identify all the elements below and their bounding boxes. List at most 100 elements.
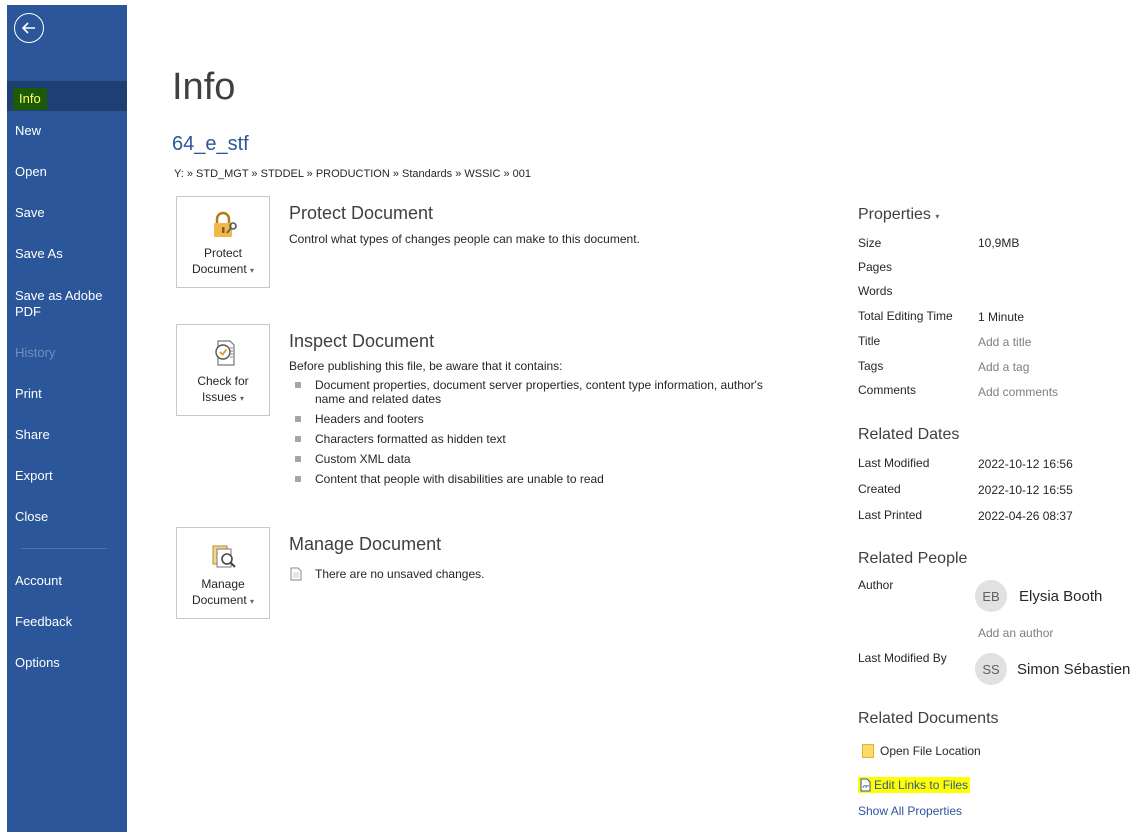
- nav-print[interactable]: Print: [7, 386, 127, 402]
- inspect-title: Inspect Document: [289, 331, 435, 351]
- comments-label: Comments: [858, 383, 917, 397]
- nav-share[interactable]: Share: [7, 427, 127, 443]
- nav-save-as-pdf[interactable]: Save as Adobe PDF: [7, 288, 117, 320]
- nav-close-label: Close: [15, 509, 49, 524]
- manage-tile-line2: Document: [191, 593, 247, 607]
- modifier-name[interactable]: Simon Sébastien: [1017, 661, 1130, 678]
- inspect-tile-line1: Check for: [197, 374, 249, 388]
- tags-label: Tags: [858, 359, 884, 373]
- inspect-desc: Before publishing this file, be aware th…: [289, 359, 563, 373]
- tags-field[interactable]: Add a tag: [978, 360, 1029, 374]
- nav-print-label: Print: [15, 386, 42, 401]
- edit-links-to-files-link[interactable]: Edit Links to Files: [858, 777, 971, 793]
- check-for-issues-button[interactable]: Check for Issues ▾: [176, 324, 270, 416]
- last-printed-label: Last Printed: [858, 508, 923, 522]
- related-people-title: Related People: [858, 550, 968, 567]
- lock-key-icon: [214, 211, 237, 237]
- author-label: Author: [858, 578, 894, 592]
- protect-document-button[interactable]: Protect Document ▾: [176, 196, 270, 288]
- bullet-text: Content that people with disabilities ar…: [315, 472, 604, 486]
- inspect-document-icon: [215, 340, 235, 366]
- nav-share-label: Share: [15, 427, 50, 442]
- editing-time-value: 1 Minute: [978, 310, 1025, 324]
- show-all-properties-link[interactable]: Show All Properties: [858, 804, 962, 818]
- manage-status-text: There are no unsaved changes.: [315, 567, 485, 581]
- list-item: Content that people with disabilities ar…: [294, 472, 774, 486]
- nav-options-label: Options: [15, 655, 60, 670]
- document-icon: [290, 567, 302, 581]
- nav-export[interactable]: Export: [7, 468, 127, 484]
- title-label: Title: [858, 334, 881, 348]
- add-author-field[interactable]: Add an author: [978, 626, 1053, 640]
- manage-status: There are no unsaved changes.: [289, 567, 484, 581]
- nav-new-label: New: [15, 123, 42, 138]
- words-label: Words: [858, 284, 893, 298]
- author-name[interactable]: Elysia Booth: [1019, 588, 1102, 605]
- manage-tile-label: Manage Document ▾: [177, 576, 269, 610]
- nav-save-label: Save: [15, 205, 45, 220]
- dropdown-caret-icon: ▾: [250, 266, 255, 275]
- document-name: 64_e_stf: [172, 133, 249, 155]
- size-label: Size: [858, 236, 882, 250]
- nav-close[interactable]: Close: [7, 509, 127, 525]
- chevron-down-icon: ▾: [935, 212, 940, 221]
- nav-save[interactable]: Save: [7, 205, 127, 221]
- nav-info[interactable]: Info: [7, 81, 127, 111]
- nav-options[interactable]: Options: [7, 655, 127, 671]
- list-item: Custom XML data: [294, 452, 774, 466]
- nav-save-as-pdf-label: Save as Adobe PDF: [15, 288, 103, 319]
- bullet-text: Document properties, document server pro…: [315, 378, 763, 406]
- related-dates-title: Related Dates: [858, 426, 960, 443]
- properties-dropdown[interactable]: Properties ▾: [858, 206, 939, 224]
- list-item: Document properties, document server pro…: [294, 378, 774, 406]
- linked-file-icon: [860, 778, 871, 792]
- page-title: Info: [172, 66, 236, 108]
- nav-new[interactable]: New: [7, 123, 127, 139]
- nav-open-label: Open: [15, 164, 47, 179]
- bullet-text: Characters formatted as hidden text: [315, 432, 506, 446]
- pages-label: Pages: [858, 260, 893, 274]
- inspect-bullet-list: Document properties, document server pro…: [294, 378, 774, 492]
- last-modified-value: 2022-10-12 16:56: [978, 457, 1073, 471]
- nav-history-label: History: [15, 345, 56, 360]
- inspect-tile-label: Check for Issues ▾: [177, 373, 269, 407]
- nav-divider: [21, 548, 107, 549]
- bullet-square-icon: [295, 436, 301, 442]
- protect-title: Protect Document: [289, 203, 434, 223]
- bullet-square-icon: [295, 456, 301, 462]
- document-path[interactable]: Y: » STD_MGT » STDDEL » PRODUCTION » Sta…: [174, 168, 531, 180]
- comments-field[interactable]: Add comments: [978, 385, 1058, 399]
- back-arrow-icon: [21, 22, 35, 34]
- manage-title: Manage Document: [289, 534, 442, 554]
- protect-tile-label: Protect Document ▾: [177, 245, 269, 279]
- bullet-square-icon: [295, 476, 301, 482]
- protect-tile-line2: Document: [191, 262, 247, 276]
- backstage-sidebar: Info New Open Save Save As Save as Adobe…: [7, 5, 127, 832]
- nav-info-label: Info: [13, 88, 47, 110]
- bullet-square-icon: [295, 416, 301, 422]
- manage-tile-line1: Manage: [201, 577, 245, 591]
- nav-history: History: [7, 345, 127, 361]
- last-modified-label: Last Modified: [858, 456, 930, 470]
- editing-time-label: Total Editing Time: [858, 309, 953, 323]
- avatar: EB: [975, 580, 1007, 612]
- last-modified-by-label: Last Modified By: [858, 651, 947, 665]
- nav-account[interactable]: Account: [7, 573, 127, 589]
- last-printed-value: 2022-04-26 08:37: [978, 509, 1073, 523]
- nav-feedback-label: Feedback: [15, 614, 73, 629]
- manage-document-button[interactable]: Manage Document ▾: [176, 527, 270, 619]
- list-item: Headers and footers: [294, 412, 774, 426]
- back-button[interactable]: [14, 13, 44, 43]
- title-field[interactable]: Add a title: [978, 335, 1031, 349]
- nav-feedback[interactable]: Feedback: [7, 614, 127, 630]
- nav-save-as-label: Save As: [15, 246, 63, 261]
- inspect-tile-line2-wrap: Issues ▾: [177, 389, 269, 407]
- open-file-location-label: Open File Location: [880, 744, 981, 758]
- nav-account-label: Account: [15, 573, 62, 588]
- open-file-location-link[interactable]: Open File Location: [862, 744, 981, 758]
- nav-save-as[interactable]: Save As: [7, 246, 127, 262]
- related-documents-title: Related Documents: [858, 710, 999, 727]
- protect-desc: Control what types of changes people can…: [289, 232, 640, 246]
- nav-open[interactable]: Open: [7, 164, 127, 180]
- created-value: 2022-10-12 16:55: [978, 483, 1073, 497]
